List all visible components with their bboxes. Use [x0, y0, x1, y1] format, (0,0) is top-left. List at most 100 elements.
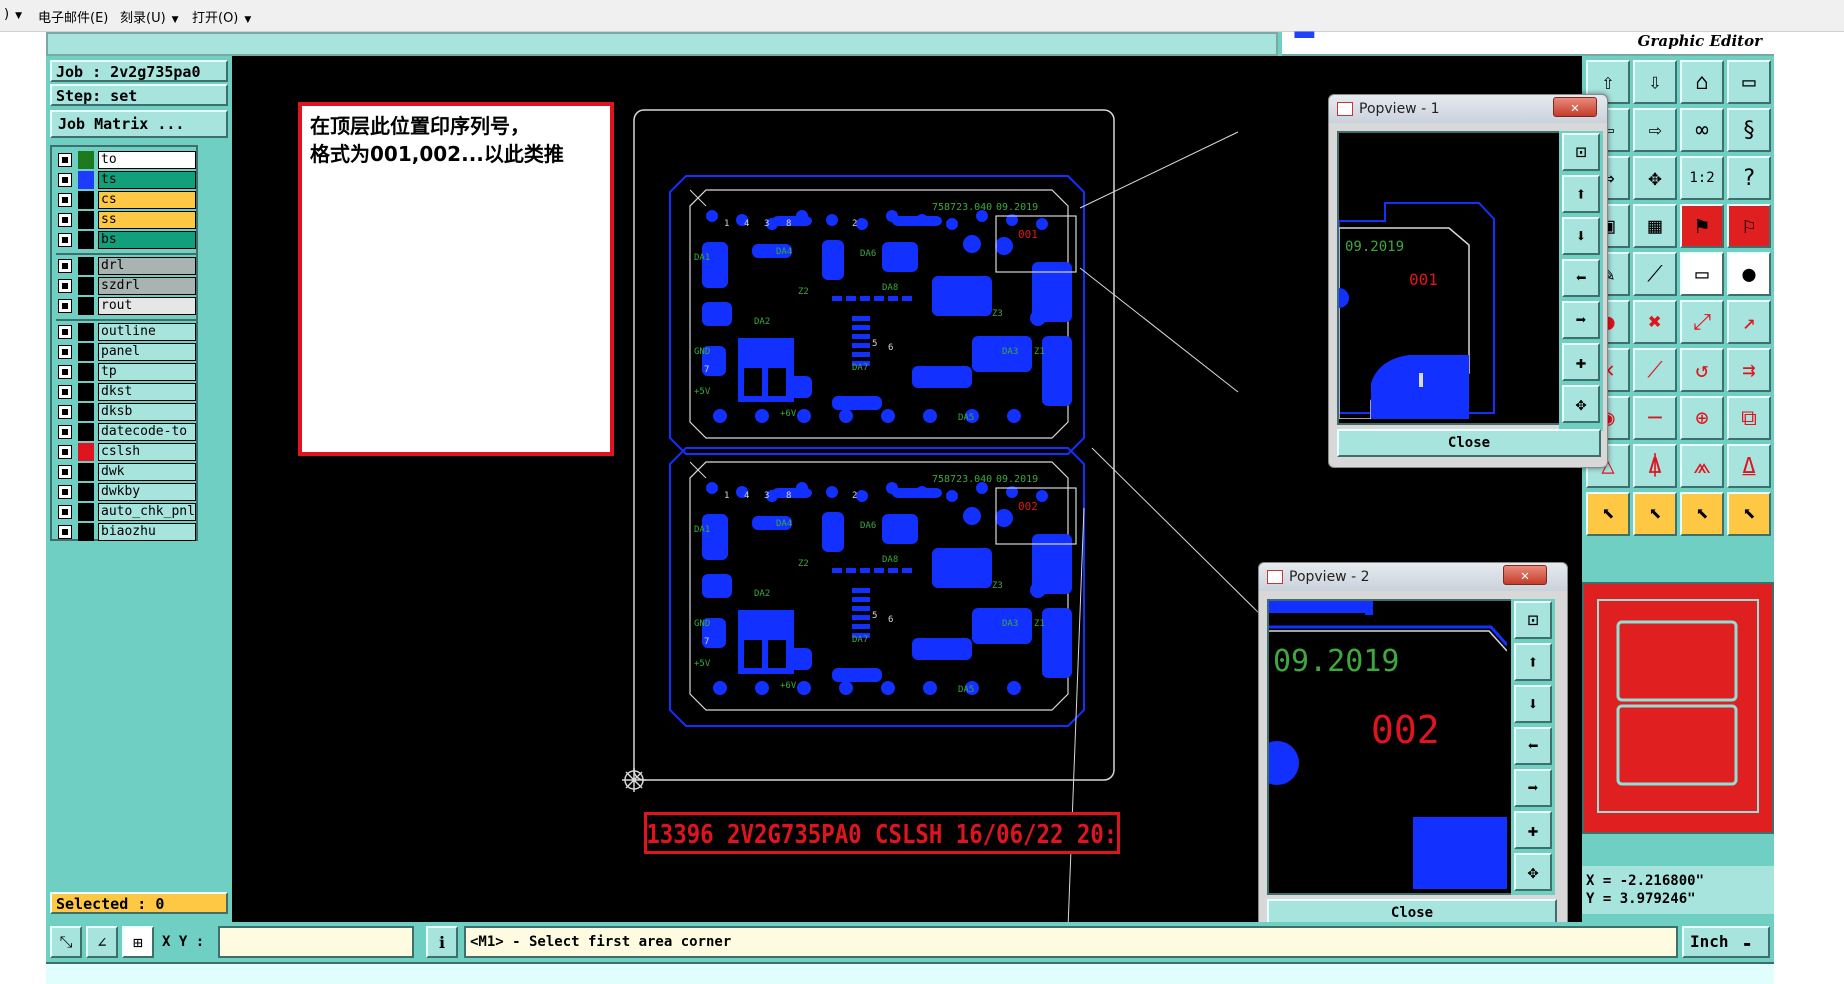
layer-name[interactable]: datecode-to: [98, 423, 196, 441]
layer-checkbox[interactable]: [58, 299, 72, 313]
layer-name[interactable]: auto_chk_pnl: [98, 503, 196, 521]
popview-1-close-button[interactable]: Close: [1337, 429, 1601, 457]
menu-item-burn[interactable]: 刻录(U) ▼: [120, 7, 179, 26]
layer-checkbox[interactable]: [58, 345, 72, 359]
select-touch-icon[interactable]: ⬉: [1680, 492, 1724, 536]
layer-row-cslsh[interactable]: cslsh: [56, 443, 196, 461]
layer-row-datecode-to[interactable]: datecode-to: [56, 423, 196, 441]
layer-checkbox[interactable]: [58, 465, 72, 479]
popview-zoom-window-icon[interactable]: ⊡: [1514, 601, 1552, 639]
layer-row-ts[interactable]: ts: [56, 171, 196, 189]
undo-icon[interactable]: ↺: [1680, 348, 1724, 392]
copy-icon[interactable]: ⧉: [1727, 396, 1771, 440]
layer-name[interactable]: to: [98, 151, 196, 169]
zoom-area-icon[interactable]: ⤡: [50, 926, 82, 958]
select-box-icon[interactable]: ⬉: [1633, 492, 1677, 536]
layer-name[interactable]: szdrl: [98, 277, 196, 295]
help-icon[interactable]: ?: [1727, 156, 1771, 200]
layer-name[interactable]: cslsh: [98, 443, 196, 461]
layer-checkbox[interactable]: [58, 259, 72, 273]
overview-map[interactable]: [1582, 582, 1774, 834]
diag-icon[interactable]: ⟋: [1633, 348, 1677, 392]
layer-color-swatch[interactable]: [78, 523, 94, 541]
popview-2-close-x[interactable]: ✕: [1503, 565, 1547, 585]
layer-row-biaozhu[interactable]: biaozhu: [56, 523, 196, 541]
layer-row-dwk[interactable]: dwk: [56, 463, 196, 481]
layer-color-swatch[interactable]: [78, 423, 94, 441]
layer-row-tp[interactable]: tp: [56, 363, 196, 381]
layer-row-rout[interactable]: rout: [56, 297, 196, 315]
grid-snap-icon[interactable]: ⊞: [122, 926, 154, 958]
menu-item-prev[interactable]: ) ▼: [4, 7, 22, 22]
layer-checkbox[interactable]: [58, 385, 72, 399]
job-matrix-button[interactable]: Job Matrix ...: [50, 110, 228, 138]
arch-icon[interactable]: ⩕: [1680, 444, 1724, 488]
layer-name[interactable]: cs: [98, 191, 196, 209]
layer-color-swatch[interactable]: [78, 483, 94, 501]
menu-item-email[interactable]: 电子邮件(E): [38, 7, 108, 26]
popview-pan-up-icon[interactable]: ⬆: [1562, 175, 1600, 213]
measure-icon[interactable]: ⇉: [1727, 348, 1771, 392]
layer-checkbox[interactable]: [58, 485, 72, 499]
popview-pan-left-icon[interactable]: ⬅: [1562, 259, 1600, 297]
layer-checkbox[interactable]: [58, 213, 72, 227]
layer-color-swatch[interactable]: [78, 277, 94, 295]
layer-row-dkst[interactable]: dkst: [56, 383, 196, 401]
layer-name[interactable]: dwkby: [98, 483, 196, 501]
route-icon[interactable]: ⤢: [1680, 300, 1724, 344]
layer-name[interactable]: dkst: [98, 383, 196, 401]
layer-color-swatch[interactable]: [78, 231, 94, 249]
layer-row-drl[interactable]: drl: [56, 257, 196, 275]
popview-zoom-in-icon[interactable]: ✚: [1562, 343, 1600, 381]
pan-down-icon[interactable]: ⇩: [1633, 60, 1677, 104]
select-icon[interactable]: ⬉: [1586, 492, 1630, 536]
layer-color-swatch[interactable]: [78, 343, 94, 361]
hline-icon[interactable]: ─: [1633, 396, 1677, 440]
layer-color-swatch[interactable]: [78, 151, 94, 169]
units-dropdown[interactable]: Inch ▬: [1682, 926, 1770, 958]
popview-2-viewport[interactable]: 09.2019 002: [1267, 599, 1513, 895]
popview-zoom-in-icon[interactable]: ✚: [1514, 811, 1552, 849]
layer-name[interactable]: tp: [98, 363, 196, 381]
layer-name[interactable]: outline: [98, 323, 196, 341]
layer-name[interactable]: biaozhu: [98, 523, 196, 541]
layer-row-outline[interactable]: outline: [56, 323, 196, 341]
popview-1-viewport[interactable]: 09.2019 001: [1337, 131, 1561, 425]
popview-pan-right-icon[interactable]: ➡: [1562, 301, 1600, 339]
ruler-icon[interactable]: ▭: [1680, 252, 1724, 296]
popview-pan-down-icon[interactable]: ⬇: [1562, 217, 1600, 255]
layer-checkbox[interactable]: [58, 405, 72, 419]
link-icon[interactable]: ∞: [1680, 108, 1724, 152]
layer-name[interactable]: ss: [98, 211, 196, 229]
menu-item-open[interactable]: 打开(O) ▼: [192, 7, 251, 26]
layer-color-swatch[interactable]: [78, 403, 94, 421]
step-right-icon[interactable]: ⇨: [1633, 108, 1677, 152]
popview-zoom-window-icon[interactable]: ⊡: [1562, 133, 1600, 171]
layer-color-swatch[interactable]: [78, 463, 94, 481]
layer-checkbox[interactable]: [58, 279, 72, 293]
layer-row-cs[interactable]: cs: [56, 191, 196, 209]
grid-icon[interactable]: ▦: [1633, 204, 1677, 248]
layer-name[interactable]: dksb: [98, 403, 196, 421]
anchor-icon[interactable]: ⍋: [1633, 444, 1677, 488]
layer-row-dwkby[interactable]: dwkby: [56, 483, 196, 501]
layer-checkbox[interactable]: [58, 325, 72, 339]
popview-pan-down-icon[interactable]: ⬇: [1514, 685, 1552, 723]
layer-color-swatch[interactable]: [78, 383, 94, 401]
layer-name[interactable]: bs: [98, 231, 196, 249]
layer-color-swatch[interactable]: [78, 211, 94, 229]
layer-row-dksb[interactable]: dksb: [56, 403, 196, 421]
layer-name[interactable]: dwk: [98, 463, 196, 481]
popview-pan-left-icon[interactable]: ⬅: [1514, 727, 1552, 765]
popview-zoom-out-icon[interactable]: ✥: [1562, 385, 1600, 423]
layer-row-ss[interactable]: ss: [56, 211, 196, 229]
pad-icon[interactable]: ●: [1727, 252, 1771, 296]
layer-name[interactable]: drl: [98, 257, 196, 275]
layer-checkbox[interactable]: [58, 193, 72, 207]
layer-checkbox[interactable]: [58, 153, 72, 167]
layer-row-to[interactable]: to: [56, 151, 196, 169]
xy-input[interactable]: [218, 926, 414, 958]
arrow-icon[interactable]: ↗: [1727, 300, 1771, 344]
popview-pan-up-icon[interactable]: ⬆: [1514, 643, 1552, 681]
flag-red-icon[interactable]: ⚑: [1680, 204, 1724, 248]
